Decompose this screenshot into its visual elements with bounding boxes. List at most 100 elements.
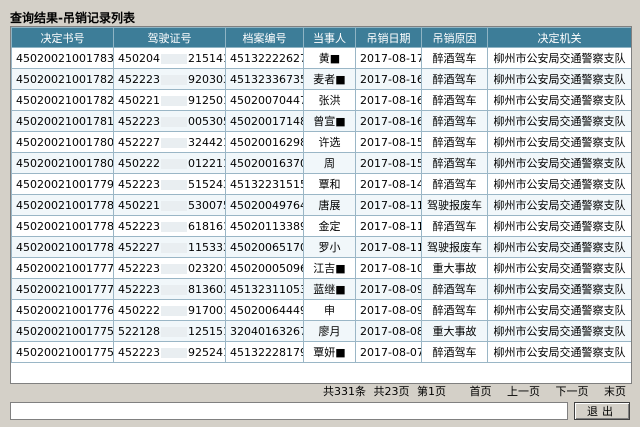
redaction-mask [161, 284, 187, 295]
cell-revoke-reason: 醉酒驾车 [421, 89, 488, 111]
cell-party: 罗小 [303, 236, 356, 258]
first-page-link[interactable]: 首页 [470, 385, 492, 398]
license-prefix: 452227 [118, 240, 160, 254]
license-suffix: 9203036 [188, 72, 225, 86]
license-suffix: 0053058 [188, 114, 225, 128]
table-row[interactable]: 450200210017787 452227 1153332450200651704… [11, 236, 631, 258]
table-row[interactable]: 450200210017802 450222 0122116450200163701… [11, 152, 631, 174]
cell-party: 麦者■ [303, 68, 356, 90]
cell-file-no: 450200162986 [225, 131, 304, 153]
cell-license-no: 450222 9170013 [113, 299, 226, 321]
cell-authority: 柳州市公安局交通警察支队 [487, 257, 631, 279]
prev-page-link[interactable]: 上一页 [507, 385, 540, 398]
table-row[interactable]: 450200210017826 450221 9125013450200704477… [11, 89, 631, 111]
license-prefix: 452223 [118, 177, 160, 191]
total-records: 共331条 [323, 385, 366, 398]
cell-file-no: 320401632673 [225, 320, 304, 342]
cell-party: 廖月 [303, 320, 356, 342]
col-header-file-no[interactable]: 档案编号 [225, 27, 304, 48]
next-page-link[interactable]: 下一页 [556, 385, 589, 398]
cell-revoke-date: 2017-08-10 [355, 257, 422, 279]
last-page-link[interactable]: 末页 [604, 385, 626, 398]
cell-authority: 柳州市公安局交通警察支队 [487, 152, 631, 174]
table-row[interactable]: 450200210017788 452223 6181614450201133896… [11, 215, 631, 237]
col-header-decision-no[interactable]: 决定书号 [11, 27, 114, 48]
table-row[interactable]: 450200210017827 452223 9203036451323367350… [11, 68, 631, 90]
table-row[interactable]: 450200210017804 452227 3244212450200162986… [11, 131, 631, 153]
license-prefix: 452223 [118, 261, 160, 275]
cell-revoke-date: 2017-08-11 [355, 194, 422, 216]
cell-license-no: 522128 1251510 [113, 320, 226, 342]
cell-file-no: 450200644497 [225, 299, 304, 321]
cell-revoke-reason: 重大事故 [421, 257, 488, 279]
cell-file-no: 450200704477 [225, 89, 304, 111]
cell-authority: 柳州市公安局交通警察支队 [487, 320, 631, 342]
cell-revoke-reason: 醉酒驾车 [421, 215, 488, 237]
license-suffix: 530075X [188, 198, 225, 212]
cell-decision-no: 450200210017755 [11, 341, 114, 363]
table-row[interactable]: 450200210017761 450222 9170013450200644497… [11, 299, 631, 321]
table-row[interactable]: 450200210017755 452223 9252414451322281798… [11, 341, 631, 363]
cell-decision-no: 450200210017804 [11, 131, 114, 153]
cell-party: 周 [303, 152, 356, 174]
cell-revoke-date: 2017-08-16 [355, 89, 422, 111]
table-row[interactable]: 450200210017830 450204 2151415451322226274… [11, 47, 631, 69]
cell-file-no: 450200651704 [225, 236, 304, 258]
cell-party: 金定 [303, 215, 356, 237]
redaction-mask [161, 74, 187, 85]
cell-decision-no: 450200210017826 [11, 89, 114, 111]
table-row[interactable]: 450200210017775 452223 8136030451323110534… [11, 278, 631, 300]
cell-revoke-date: 2017-08-15 [355, 131, 422, 153]
license-suffix: 6181614 [188, 219, 225, 233]
table-row[interactable]: 450200210017759 522128 1251510320401632673… [11, 320, 631, 342]
cell-license-no: 450221 530075X [113, 194, 226, 216]
exit-button[interactable]: 退出 [574, 402, 630, 420]
cell-decision-no: 450200210017795 [11, 173, 114, 195]
col-header-party[interactable]: 当事人 [303, 27, 356, 48]
license-prefix: 452223 [118, 72, 160, 86]
cell-revoke-reason: 醉酒驾车 [421, 341, 488, 363]
results-grid[interactable]: 决定书号 驾驶证号 档案编号 当事人 吊销日期 吊销原因 决定机关 450200… [10, 26, 632, 384]
license-suffix: 9170013 [188, 303, 225, 317]
current-page: 第1页 [417, 385, 446, 398]
redaction-mask [161, 326, 187, 337]
license-suffix: 2151415 [188, 51, 225, 65]
cell-authority: 柳州市公安局交通警察支队 [487, 131, 631, 153]
col-header-revoke-reason[interactable]: 吊销原因 [421, 27, 488, 48]
cell-decision-no: 450200210017802 [11, 152, 114, 174]
cell-file-no: 450200050968 [225, 257, 304, 279]
table-row[interactable]: 450200210017816 452223 0053058450200171486… [11, 110, 631, 132]
col-header-license-no[interactable]: 驾驶证号 [113, 27, 226, 48]
cell-party: 覃妍■ [303, 341, 356, 363]
cell-decision-no: 450200210017827 [11, 68, 114, 90]
cell-party: 覃和 [303, 173, 356, 195]
cell-file-no: 450200171486 [225, 110, 304, 132]
table-row[interactable]: 450200210017795 452223 5152435451322315151… [11, 173, 631, 195]
redaction-mask [161, 95, 187, 106]
table-row[interactable]: 450200210017789 450221 530075X450200497646… [11, 194, 631, 216]
table-row[interactable]: 450200210017778 452223 0232018450200050968… [11, 257, 631, 279]
cell-revoke-reason: 醉酒驾车 [421, 278, 488, 300]
cell-authority: 柳州市公安局交通警察支队 [487, 299, 631, 321]
cell-license-no: 452223 0053058 [113, 110, 226, 132]
col-header-revoke-date[interactable]: 吊销日期 [355, 27, 422, 48]
cell-license-no: 452223 5152435 [113, 173, 226, 195]
cell-file-no: 451323367350 [225, 68, 304, 90]
license-prefix: 452223 [118, 219, 160, 233]
cell-revoke-reason: 醉酒驾车 [421, 68, 488, 90]
cell-authority: 柳州市公安局交通警察支队 [487, 68, 631, 90]
cell-authority: 柳州市公安局交通警察支队 [487, 47, 631, 69]
cell-party: 张洪 [303, 89, 356, 111]
license-prefix: 450221 [118, 198, 160, 212]
total-pages: 共23页 [373, 385, 410, 398]
cell-revoke-reason: 醉酒驾车 [421, 299, 488, 321]
cell-revoke-date: 2017-08-09 [355, 299, 422, 321]
cell-decision-no: 450200210017759 [11, 320, 114, 342]
cell-revoke-date: 2017-08-11 [355, 236, 422, 258]
col-header-authority[interactable]: 决定机关 [487, 27, 631, 48]
cell-license-no: 452227 1153332 [113, 236, 226, 258]
license-prefix: 450221 [118, 93, 160, 107]
cell-revoke-date: 2017-08-17 [355, 47, 422, 69]
cell-revoke-reason: 驾驶报废车 [421, 194, 488, 216]
license-suffix: 0232018 [188, 261, 225, 275]
